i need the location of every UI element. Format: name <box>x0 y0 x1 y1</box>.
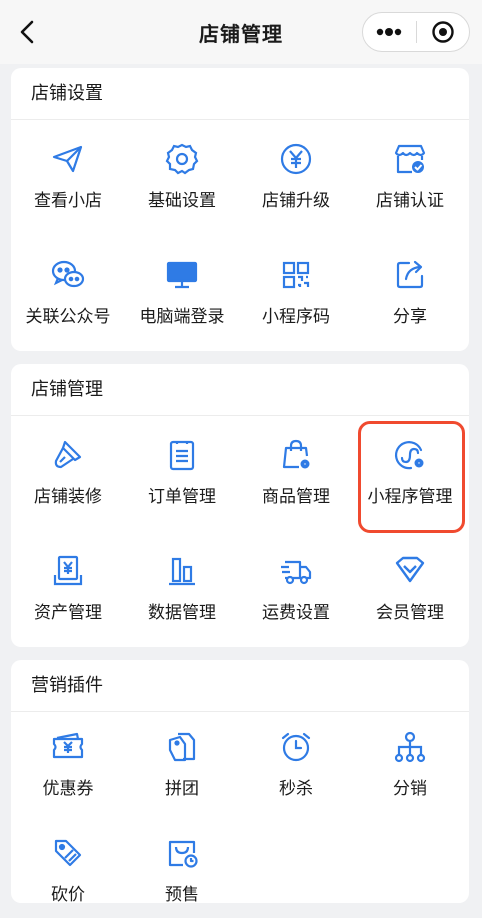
grid-item-label: 店铺装修 <box>34 487 102 507</box>
grid-item-flash-sale[interactable]: 秒杀 <box>239 730 353 799</box>
bargain-tag-icon <box>54 839 82 867</box>
distribution-tree-icon <box>394 731 426 763</box>
grid-item-coupon[interactable]: 优惠券 <box>11 730 125 799</box>
truck-icon <box>281 560 312 585</box>
grid-item-label: 数据管理 <box>148 603 216 623</box>
gear-icon <box>165 143 199 175</box>
grid-item-basic-settings[interactable]: 基础设置 <box>125 142 239 211</box>
store-verified-icon <box>394 144 426 174</box>
miniprogram-capsule <box>362 12 470 52</box>
section-store-settings: 店铺设置 查看小店 基础设置 店铺升级 店铺认证 关联公众号 电脑端登录 小程序… <box>11 68 469 351</box>
grid-item-order-management[interactable]: 订单管理 <box>125 438 239 507</box>
section-store-management: 店铺管理 店铺装修 订单管理 商品管理 小程序管理 资产管理 数据管理 运费设置 <box>11 364 469 647</box>
grid-item-label: 查看小店 <box>34 191 102 211</box>
section-title: 店铺设置 <box>11 68 469 120</box>
grid-item-presale[interactable]: 预售 <box>125 836 239 903</box>
grid-item-label: 订单管理 <box>148 487 216 507</box>
coupon-icon <box>52 732 84 759</box>
grid-item-label: 分享 <box>393 307 427 327</box>
grid-item-link-official-account[interactable]: 关联公众号 <box>11 258 125 327</box>
grid-item-label: 砍价 <box>51 885 85 903</box>
grid-item-store-upgrade[interactable]: 店铺升级 <box>239 142 353 211</box>
monitor-icon <box>166 261 198 289</box>
alarm-clock-icon <box>281 732 311 762</box>
wechat-icon <box>51 260 85 288</box>
grid-item-label: 预售 <box>165 885 199 903</box>
grid-item-label: 运费设置 <box>262 603 330 623</box>
asset-yen-icon <box>53 555 83 586</box>
order-list-icon <box>169 440 195 471</box>
grid-item-member-management[interactable]: 会员管理 <box>353 554 467 623</box>
page-title: 店铺管理 <box>199 21 283 46</box>
grid-item-view-store[interactable]: 查看小店 <box>11 142 125 211</box>
grid-item-store-decoration[interactable]: 店铺装修 <box>11 438 125 507</box>
target-circle-icon <box>432 21 454 43</box>
grid-item-label: 电脑端登录 <box>139 307 225 327</box>
yen-circle-icon <box>280 143 312 175</box>
shopping-bag-gear-icon <box>282 439 310 469</box>
grid-item-label: 优惠券 <box>42 779 94 799</box>
share-icon <box>396 260 424 289</box>
grid-item-pc-login[interactable]: 电脑端登录 <box>125 258 239 327</box>
section-title: 营销插件 <box>11 660 469 712</box>
grid-item-bargain[interactable]: 砍价 <box>11 836 125 903</box>
grid-item-label: 商品管理 <box>262 487 330 507</box>
section-title: 店铺管理 <box>11 364 469 416</box>
back-arrow-icon[interactable] <box>14 18 42 46</box>
grid-item-label: 小程序码 <box>262 307 330 327</box>
member-diamond-icon <box>395 556 425 583</box>
close-miniprogram-button[interactable] <box>416 13 469 51</box>
grid-item-label: 拼团 <box>165 779 199 799</box>
grid-item-label: 店铺升级 <box>262 191 330 211</box>
section-marketing-plugins: 营销插件 优惠券 拼团 秒杀 分销 砍价 预售 <box>11 660 469 903</box>
grid-item-data-management[interactable]: 数据管理 <box>125 554 239 623</box>
grid-item-group-buy[interactable]: 拼团 <box>125 730 239 799</box>
grid-item-label: 会员管理 <box>376 603 444 623</box>
grid-item-share[interactable]: 分享 <box>353 258 467 327</box>
nav-bar: 店铺管理 <box>0 0 482 64</box>
grid-item-label: 资产管理 <box>34 603 102 623</box>
grid-item-label: 分销 <box>393 779 427 799</box>
grid-item-label: 基础设置 <box>148 191 216 211</box>
more-button[interactable] <box>363 13 416 51</box>
grid-item-miniprogram-code[interactable]: 小程序码 <box>239 258 353 327</box>
group-tag-icon <box>168 732 196 762</box>
highlight-box <box>358 421 465 533</box>
brush-icon <box>54 440 82 469</box>
grid-item-store-certification[interactable]: 店铺认证 <box>353 142 467 211</box>
grid-item-label: 关联公众号 <box>25 307 111 327</box>
qrcode-icon <box>282 261 310 289</box>
grid-item-label: 秒杀 <box>279 779 313 799</box>
more-dots-icon <box>377 28 402 36</box>
bar-chart-icon <box>169 557 195 586</box>
grid-item-distribution[interactable]: 分销 <box>353 730 467 799</box>
presale-bag-icon <box>168 840 198 868</box>
grid-item-asset-management[interactable]: 资产管理 <box>11 554 125 623</box>
grid-item-label: 店铺认证 <box>376 191 444 211</box>
send-icon <box>52 145 83 173</box>
grid-item-shipping-settings[interactable]: 运费设置 <box>239 554 353 623</box>
grid-item-product-management[interactable]: 商品管理 <box>239 438 353 507</box>
